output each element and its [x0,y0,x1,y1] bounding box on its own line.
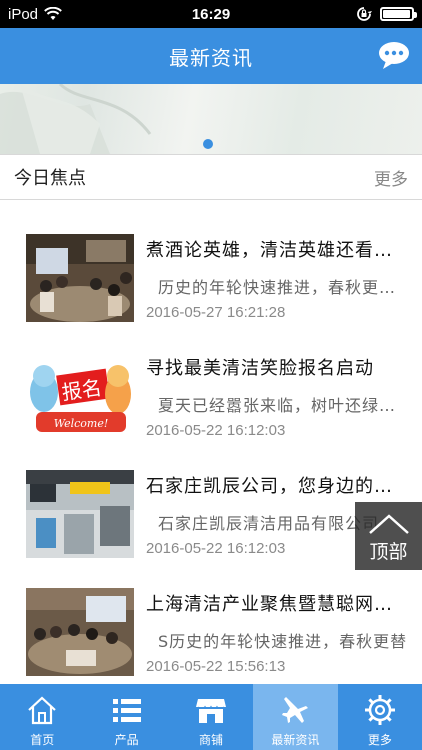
rotation-lock-icon [357,7,372,21]
tab-label: 产品 [114,733,139,747]
carousel-page-indicator[interactable] [203,139,213,149]
tab-news[interactable]: 最新资讯 [253,684,338,750]
news-summary: 历史的年轮快速推进，春秋更替， [158,278,408,297]
home-icon [28,696,56,725]
svg-text:Welcome!: Welcome! [54,417,109,430]
news-title: 寻找最美清洁笑脸报名启动 [146,358,374,379]
news-thumbnail [26,234,134,322]
tab-home[interactable]: 首页 [0,684,84,750]
news-date: 2016-05-22 15:56:13 [146,658,286,675]
tab-store[interactable]: 商铺 [169,684,253,750]
news-item[interactable]: 上海清洁产业聚焦暨慧聪网年会 S历史的年轮快速推进，春秋更替 2016-05-2… [0,554,422,676]
status-bar: iPod 16:29 [0,0,422,28]
more-link[interactable]: 更多 [374,165,408,190]
battery-icon [380,7,417,21]
tab-more[interactable]: 更多 [338,684,422,750]
chat-bubble-icon[interactable] [378,40,410,70]
news-summary: S历史的年轮快速推进，春秋更替 [158,632,408,651]
banner-image [0,84,152,154]
gear-icon [364,695,395,725]
news-thumbnail: 报名 Welcome! [26,352,134,440]
tab-products[interactable]: 产品 [84,684,168,750]
carrier-label: iPod [8,5,39,23]
news-title: 石家庄凯辰公司，您身边的清洁专家 [146,476,408,497]
tab-label: 商铺 [199,733,224,747]
store-icon [196,699,227,723]
tab-label: 首页 [30,733,55,747]
wifi-icon [44,7,62,20]
news-item[interactable]: 煮酒论英雄，清洁英雄还看凯辰 历史的年轮快速推进，春秋更替， 2016-05-2… [0,200,422,322]
tab-label: 更多 [367,733,392,747]
tab-label: 最新资讯 [271,733,320,747]
chevron-up-icon [368,514,409,534]
news-thumbnail [26,470,134,558]
list-icon [112,699,141,722]
news-list: 煮酒论英雄，清洁英雄还看凯辰 历史的年轮快速推进，春秋更替， 2016-05-2… [0,200,422,684]
plane-icon [282,697,309,723]
section-title: 今日焦点 [14,168,86,189]
tab-bar: 首页 产品 商铺 最新资讯 更多 [0,684,422,750]
back-to-top-label: 顶部 [369,541,408,563]
news-thumbnail [26,588,134,676]
section-header: 今日焦点 更多 [0,154,422,200]
nav-bar: 最新资讯 [0,28,422,84]
news-title: 煮酒论英雄，清洁英雄还看凯辰 [146,240,408,261]
news-item[interactable]: 报名 Welcome! 寻找最美清洁笑脸报名启动 夏天已经嚣张来临，树叶还绿得发… [0,318,422,440]
news-title: 上海清洁产业聚焦暨慧聪网年会 [146,594,408,615]
news-summary: 夏天已经嚣张来临，树叶还绿得发亮 [158,396,408,415]
page-title: 最新资讯 [169,45,253,70]
back-to-top-button[interactable]: 顶部 [355,502,422,570]
